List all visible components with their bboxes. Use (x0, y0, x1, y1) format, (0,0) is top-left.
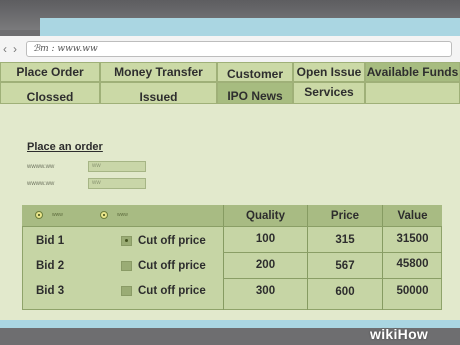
row-divider (223, 278, 442, 279)
tab-customer[interactable]: Customer (217, 62, 293, 82)
price-cell-2: 567 (335, 260, 355, 272)
cutoff-checkbox-1[interactable] (121, 236, 132, 246)
bid-name-3: Bid 3 (36, 285, 65, 297)
tab-empty (365, 82, 460, 104)
order-input-2[interactable]: ww (88, 178, 146, 189)
option-radio-2[interactable] (100, 211, 108, 219)
option-radio-1[interactable] (35, 211, 43, 219)
address-bar[interactable]: ℬm : www.ww (26, 41, 452, 57)
radio-label-1: www (52, 212, 63, 218)
field-label-1: wwww.ww (27, 164, 55, 170)
tab-label: Services (304, 85, 354, 99)
bid-name-2: Bid 2 (36, 260, 65, 272)
radio-label-2: www (117, 212, 128, 218)
url-text: ℬm : www.ww (33, 44, 98, 54)
value-cell-2: 45800 (396, 258, 429, 270)
quality-cell-1: 100 (255, 233, 276, 245)
price-cell-1: 315 (335, 234, 355, 246)
tab-label: Available Funds (366, 65, 459, 79)
tab-open-issue[interactable]: Open Issue (293, 62, 365, 82)
cutoff-label-2: Cut off price (138, 260, 206, 272)
cutoff-checkbox-2[interactable] (121, 261, 132, 271)
tab-label: IPO News (227, 89, 283, 103)
cutoff-label-3: Cut off price (138, 285, 206, 297)
bid-name-1: Bid 1 (36, 235, 65, 247)
tab-place-order[interactable]: Place Order (0, 62, 100, 82)
header-quality: Quality (246, 210, 285, 222)
cutoff-checkbox-3[interactable] (121, 286, 132, 296)
tab-ipo-news[interactable]: IPO News (217, 82, 293, 104)
header-value: Value (397, 210, 428, 222)
tab-label: Open Issue (296, 65, 362, 79)
tab-available-funds[interactable]: Available Funds (365, 62, 460, 82)
quality-cell-2: 200 (255, 259, 276, 271)
forward-arrow-icon[interactable]: › (13, 42, 23, 56)
top-accent-band (40, 18, 460, 36)
row-divider (223, 252, 442, 253)
tab-label: Issued (139, 90, 178, 104)
watermark-wiki: wiki (370, 326, 398, 342)
header-price: Price (330, 210, 360, 222)
order-input-1[interactable]: ww (88, 161, 146, 172)
wikihow-watermark: wikiHow (370, 326, 428, 342)
tab-money-transfer[interactable]: Money Transfer (100, 62, 217, 82)
order-title: Place an order (27, 141, 103, 153)
price-cell-3: 600 (335, 286, 355, 298)
value-cell-1: 31500 (396, 233, 429, 245)
back-arrow-icon[interactable]: ‹ (3, 42, 13, 56)
tab-clossed[interactable]: Clossed (0, 82, 100, 104)
cutoff-label-1: Cut off price (138, 235, 206, 247)
watermark-how: How (397, 326, 429, 342)
tab-services[interactable]: Services (293, 82, 365, 104)
tab-label: Money Transfer (114, 65, 203, 79)
field-label-2: wwww.ww (27, 181, 55, 187)
tab-label: Place Order (16, 65, 84, 79)
tab-issued[interactable]: Issued (100, 82, 217, 104)
tab-label: Clossed (26, 90, 74, 104)
quality-cell-3: 300 (255, 285, 276, 297)
value-cell-3: 50000 (396, 285, 429, 297)
